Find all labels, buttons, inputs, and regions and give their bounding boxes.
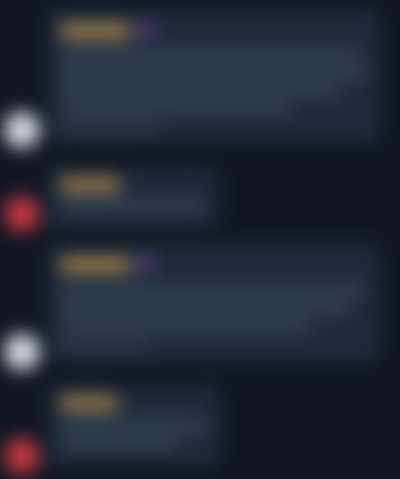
message-bubble[interactable] <box>48 244 380 362</box>
message-text-line <box>60 438 180 447</box>
message-text-line <box>60 202 206 211</box>
message-meta <box>60 124 160 132</box>
message-text-line <box>60 322 310 331</box>
message-bubble[interactable] <box>48 386 220 466</box>
author-name[interactable] <box>60 24 130 38</box>
message-text-line <box>60 420 210 429</box>
message-bubble[interactable] <box>48 168 218 228</box>
role-badge-icon <box>138 256 152 270</box>
avatar[interactable] <box>4 438 40 474</box>
message-bubble[interactable] <box>48 10 380 142</box>
author-name[interactable] <box>60 178 120 192</box>
message-text-line <box>60 304 350 313</box>
avatar[interactable] <box>4 334 40 370</box>
avatar[interactable] <box>4 196 40 232</box>
avatar[interactable] <box>4 112 40 148</box>
message-feed <box>0 0 400 479</box>
role-badge-icon <box>138 22 152 36</box>
message-text-line <box>60 50 360 59</box>
message-text-line <box>60 104 290 113</box>
message-text-line <box>60 286 365 295</box>
message-meta <box>60 342 150 350</box>
message-text-line <box>60 86 340 95</box>
author-name[interactable] <box>60 396 118 410</box>
author-name[interactable] <box>60 258 130 272</box>
message-text-line <box>60 68 370 77</box>
